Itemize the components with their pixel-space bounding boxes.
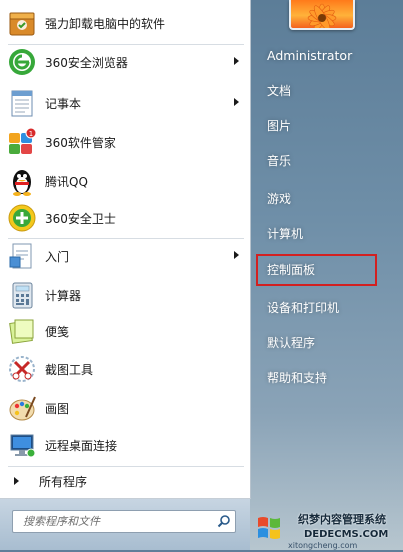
- expand-arrow-icon: [14, 477, 19, 485]
- submenu-arrow-icon[interactable]: [234, 251, 239, 259]
- submenu-arrow-icon[interactable]: [234, 57, 239, 65]
- qq-penguin-icon: [6, 165, 38, 197]
- watermark-line3: xitongcheng.com: [288, 541, 358, 550]
- 360-software-manager-icon: 1: [6, 126, 38, 158]
- calculator-icon: [6, 279, 38, 311]
- program-item[interactable]: 360安全浏览器: [3, 44, 247, 80]
- program-label: 记事本: [45, 96, 82, 111]
- submenu-arrow-icon[interactable]: [234, 98, 239, 106]
- 360-security-icon: [6, 202, 38, 234]
- remote-desktop-icon: [6, 429, 38, 461]
- uninstall-box-icon: [6, 7, 38, 39]
- search-area: [0, 499, 250, 550]
- program-item[interactable]: 入门: [3, 238, 247, 274]
- program-label: 远程桌面连接: [45, 438, 118, 453]
- right-item-control-panel[interactable]: 控制面板: [256, 254, 377, 286]
- getting-started-icon: [6, 240, 38, 272]
- right-item-music[interactable]: 音乐: [258, 147, 387, 175]
- right-item-computer[interactable]: 计算机: [258, 220, 387, 248]
- program-label: 360软件管家: [45, 135, 116, 150]
- search-box[interactable]: [12, 510, 236, 533]
- snipping-tool-icon: [6, 353, 38, 385]
- search-input[interactable]: [21, 514, 215, 529]
- all-programs-button[interactable]: 所有程序: [3, 467, 247, 495]
- user-avatar-icon[interactable]: [289, 0, 355, 30]
- program-list-pane: 强力卸载电脑中的软件 360安全浏览器 记事本 1 360软件管家 腾讯QQ 3…: [0, 0, 251, 499]
- sticky-notes-icon: [6, 315, 38, 347]
- program-label: 360安全卫士: [45, 211, 116, 226]
- 360-browser-icon: [6, 46, 38, 78]
- program-item[interactable]: 强力卸载电脑中的软件: [3, 5, 247, 41]
- user-name-link[interactable]: Administrator: [258, 42, 387, 70]
- program-label: 截图工具: [45, 362, 94, 377]
- program-label: 画图: [45, 401, 70, 416]
- right-item-devices-printers[interactable]: 设备和打印机: [258, 294, 387, 322]
- search-icon[interactable]: [217, 514, 231, 531]
- program-item[interactable]: 远程桌面连接: [3, 427, 247, 463]
- program-item[interactable]: 1 360软件管家: [3, 124, 247, 160]
- paint-palette-icon: [6, 392, 38, 424]
- program-label: 便笺: [45, 324, 70, 339]
- program-item[interactable]: 360安全卫士: [3, 200, 247, 236]
- notification-badge: 1: [29, 130, 33, 138]
- program-item[interactable]: 便笺: [3, 313, 247, 349]
- right-item-help-support[interactable]: 帮助和支持: [258, 364, 387, 392]
- right-item-documents[interactable]: 文档: [258, 77, 387, 105]
- right-item-default-programs[interactable]: 默认程序: [258, 329, 387, 357]
- right-item-pictures[interactable]: 图片: [258, 112, 387, 140]
- watermark: 织梦内容管理系统 DEDECMS.COM xitongcheng.com: [288, 512, 403, 551]
- program-item[interactable]: 腾讯QQ: [3, 163, 247, 199]
- all-programs-label: 所有程序: [39, 474, 88, 489]
- windows-logo-icon[interactable]: [250, 510, 290, 546]
- right-item-games[interactable]: 游戏: [258, 185, 387, 213]
- program-label: 360安全浏览器: [45, 55, 128, 70]
- program-label: 入门: [45, 249, 70, 264]
- watermark-line1: 织梦内容管理系统: [298, 513, 386, 526]
- program-label: 腾讯QQ: [45, 174, 88, 189]
- program-item[interactable]: 画图: [3, 390, 247, 426]
- notepad-icon: [6, 87, 38, 119]
- program-item[interactable]: 计算器: [3, 277, 247, 313]
- program-label: 强力卸载电脑中的软件: [45, 16, 166, 31]
- program-item[interactable]: 截图工具: [3, 351, 247, 387]
- program-label: 计算器: [45, 288, 82, 303]
- program-item[interactable]: 记事本: [3, 85, 247, 121]
